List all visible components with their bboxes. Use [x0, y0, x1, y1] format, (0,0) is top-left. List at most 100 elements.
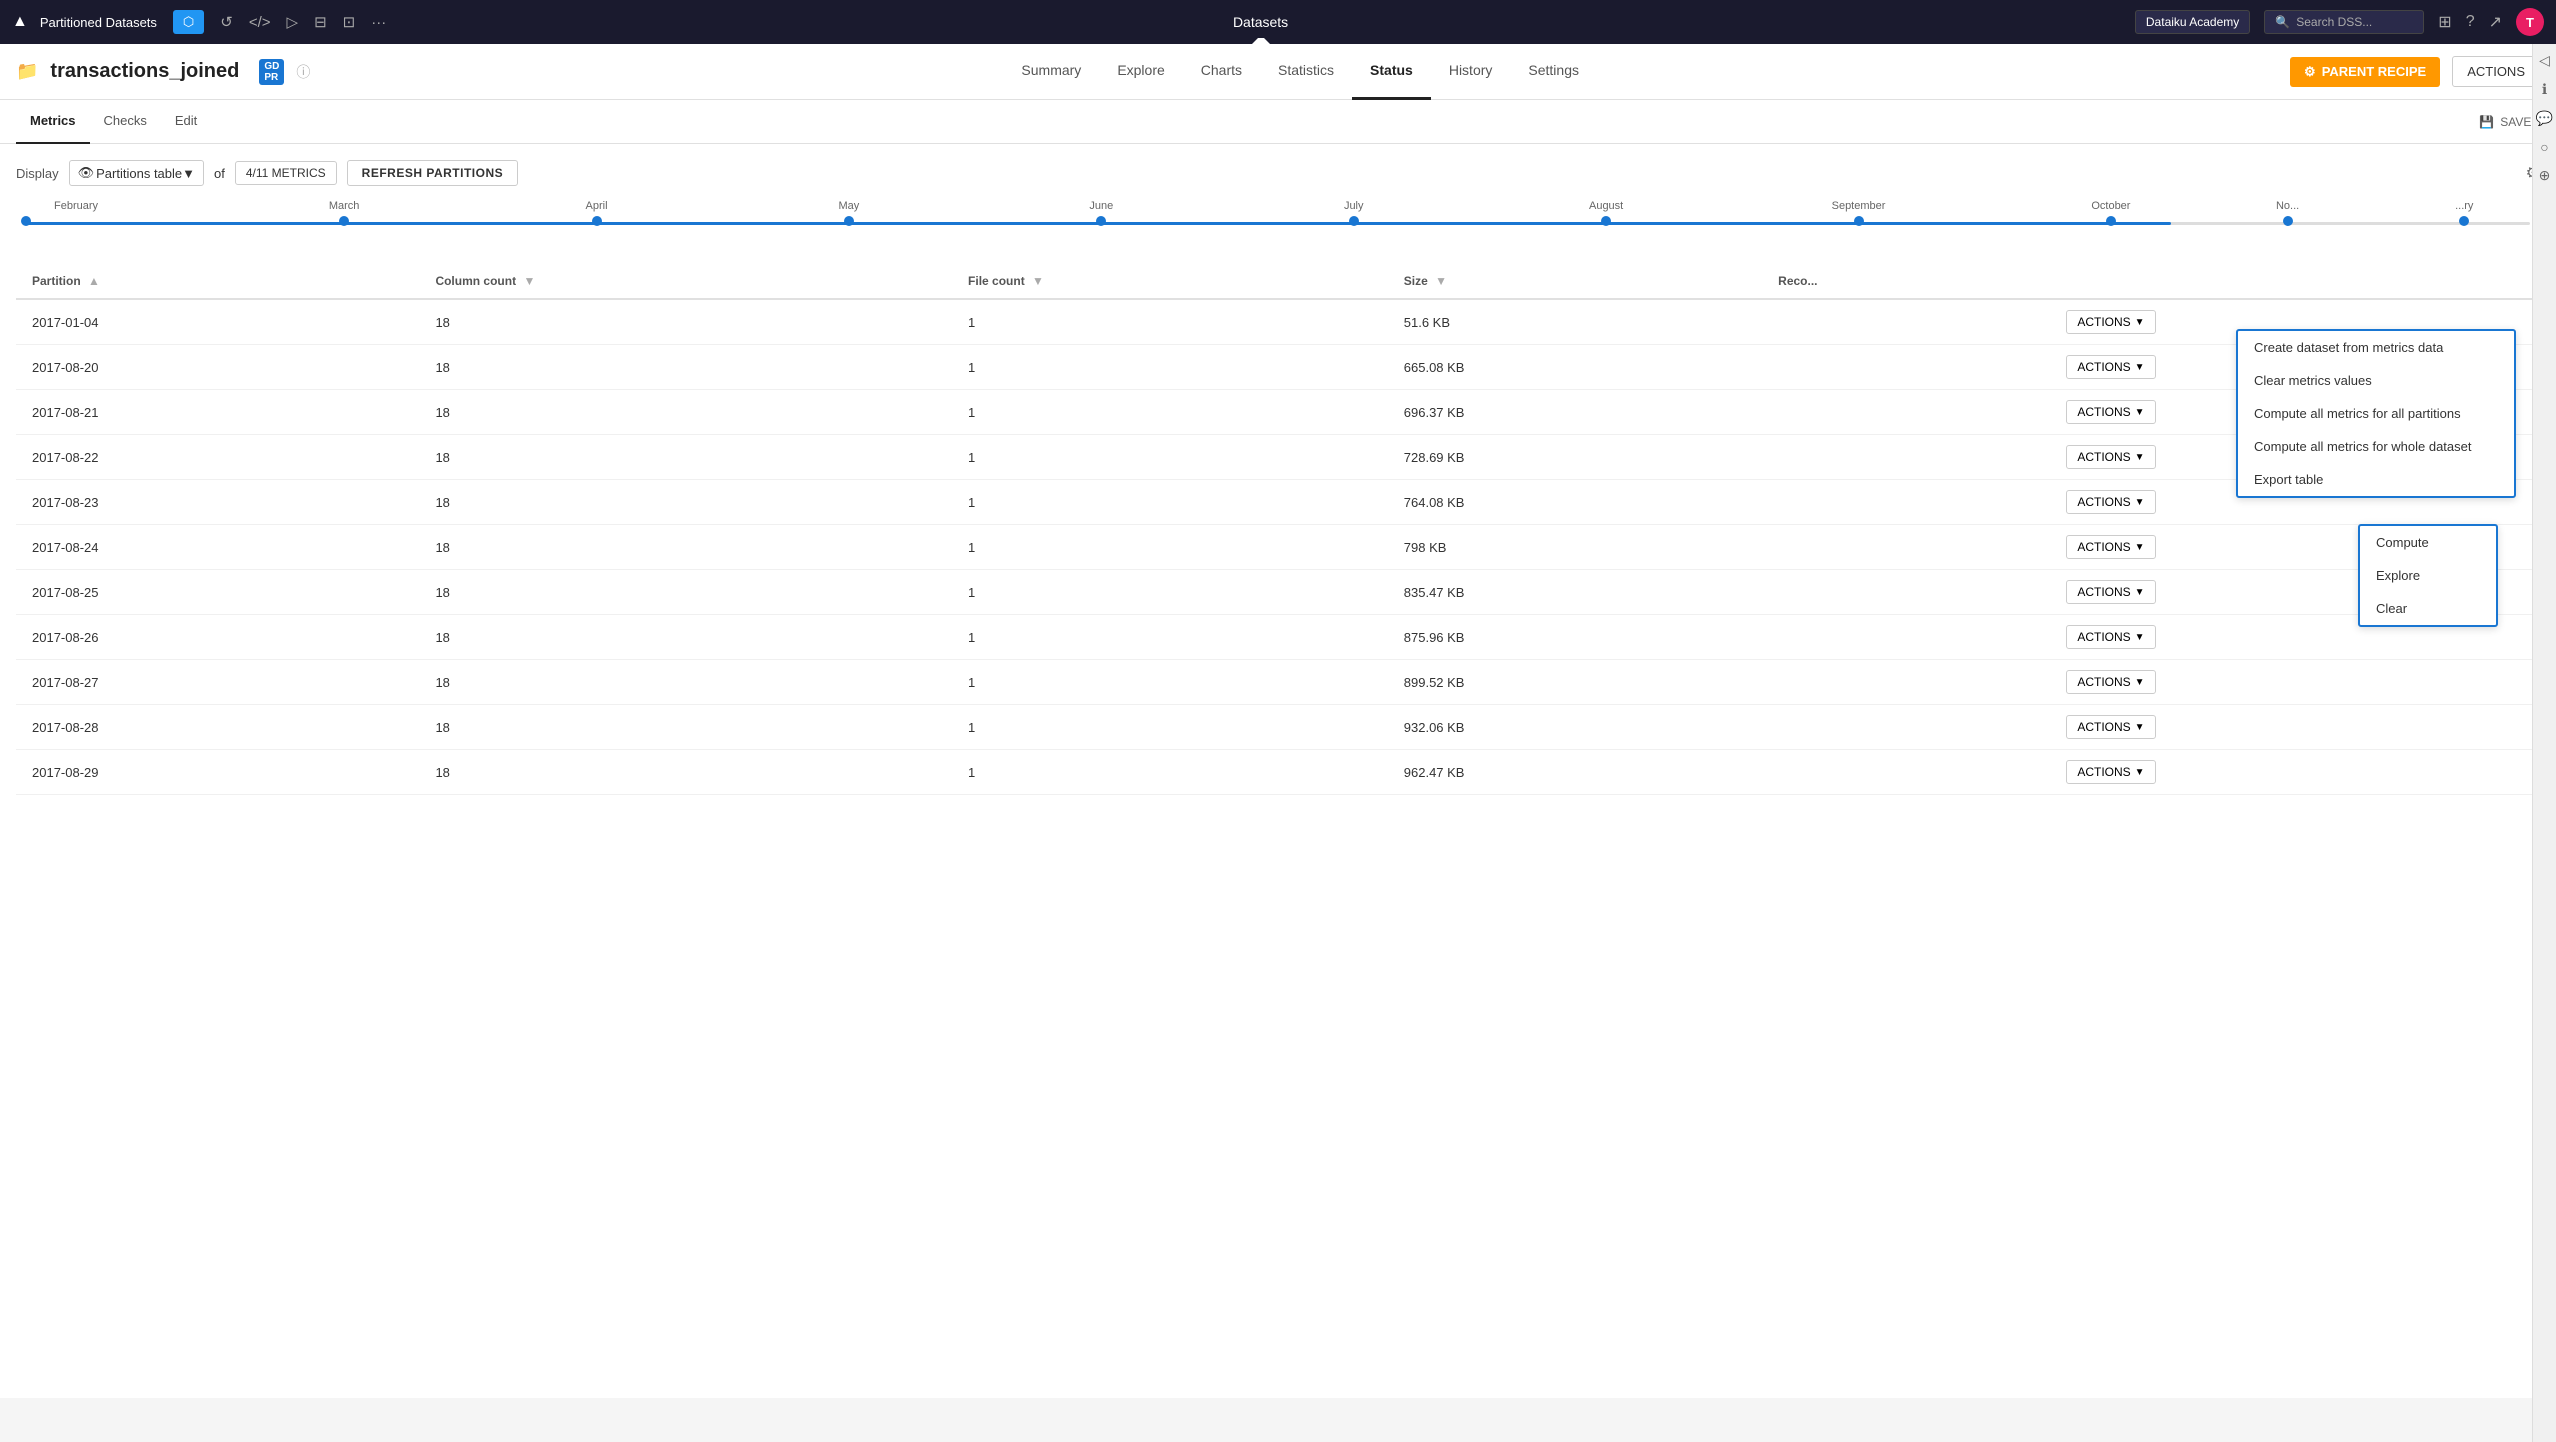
row-actions-button[interactable]: ACTIONS▼: [2066, 400, 2155, 424]
table-row: 2017-08-24181798 KBACTIONS▼: [16, 525, 2540, 570]
code-icon[interactable]: </>: [249, 14, 271, 31]
tab-history[interactable]: History: [1431, 44, 1511, 100]
row-actions-dropdown: Compute Explore Clear: [2358, 524, 2498, 627]
more-icon[interactable]: ···: [371, 14, 386, 31]
gear-menu-item-2[interactable]: Compute all metrics for all partitions: [2238, 397, 2514, 430]
col-header-file-count[interactable]: File count ▼: [952, 264, 1388, 299]
subtab-metrics[interactable]: Metrics: [16, 100, 90, 144]
row-actions-button[interactable]: ACTIONS▼: [2066, 670, 2155, 694]
row-action-explore[interactable]: Explore: [2360, 559, 2496, 592]
sidebar-info-icon[interactable]: ℹ: [2542, 81, 2547, 98]
timeline-dot-0[interactable]: [21, 216, 31, 226]
tab-charts[interactable]: Charts: [1183, 44, 1260, 100]
timeline-dot-1[interactable]: [339, 216, 349, 226]
row-actions-button[interactable]: ACTIONS▼: [2066, 580, 2155, 604]
table-row: 2017-08-20181665.08 KBACTIONS▼: [16, 345, 2540, 390]
gear-menu-item-4[interactable]: Export table: [2238, 463, 2514, 496]
table-row: 2017-08-26181875.96 KBACTIONS▼: [16, 615, 2540, 660]
timeline: February March April May June July Augus…: [16, 200, 2540, 248]
partitions-table-container[interactable]: Partition ▲ Column count ▼ File count ▼ …: [16, 256, 2540, 795]
timeline-dot-6[interactable]: [1601, 216, 1611, 226]
tab-summary[interactable]: Summary: [1003, 44, 1099, 100]
gear-menu-item-3[interactable]: Compute all metrics for whole dataset: [2238, 430, 2514, 463]
col-header-size[interactable]: Size ▼: [1388, 264, 1762, 299]
col-header-reco: Reco...: [1762, 264, 2050, 299]
eye-icon: 👁: [78, 165, 95, 181]
apps-icon[interactable]: ⊞: [2438, 12, 2451, 32]
tab-statistics[interactable]: Statistics: [1260, 44, 1352, 100]
timeline-dot-5[interactable]: [1349, 216, 1359, 226]
sidebar-tag-icon[interactable]: ⊕: [2539, 167, 2551, 184]
chevron-icon: ▼: [2135, 497, 2145, 508]
actions-button[interactable]: ACTIONS: [2452, 56, 2540, 87]
search-placeholder: Search DSS...: [2296, 15, 2372, 29]
partitions-table-select[interactable]: 👁 Partitions table ▼: [69, 160, 204, 186]
deploy-icon[interactable]: ⊟: [314, 13, 327, 31]
tab-explore[interactable]: Explore: [1099, 44, 1182, 100]
refresh-partitions-button[interactable]: REFRESH PARTITIONS: [347, 160, 518, 186]
chevron-icon: ▼: [2135, 632, 2145, 643]
timeline-dot-4[interactable]: [1096, 216, 1106, 226]
row-actions-button[interactable]: ACTIONS▼: [2066, 490, 2155, 514]
table-row: 2017-01-0418151.6 KBACTIONS▼: [16, 299, 2540, 345]
table-row: 2017-08-27181899.52 KBACTIONS▼: [16, 660, 2540, 705]
table-header-row: Partition ▲ Column count ▼ File count ▼ …: [16, 264, 2540, 299]
timeline-dot-7[interactable]: [1854, 216, 1864, 226]
chevron-icon: ▼: [2135, 317, 2145, 328]
info-icon[interactable]: ⓘ: [296, 62, 310, 82]
row-action-compute[interactable]: Compute: [2360, 526, 2496, 559]
row-actions-button[interactable]: ACTIONS▼: [2066, 310, 2155, 334]
row-actions-button[interactable]: ACTIONS▼: [2066, 445, 2155, 469]
timeline-dot-9[interactable]: [2283, 216, 2293, 226]
gear-menu-item-1[interactable]: Clear metrics values: [2238, 364, 2514, 397]
row-actions-button[interactable]: ACTIONS▼: [2066, 355, 2155, 379]
trend-icon[interactable]: ↗: [2489, 12, 2502, 32]
folder-icon: 📁: [16, 61, 38, 82]
row-actions-button[interactable]: ACTIONS▼: [2066, 715, 2155, 739]
chevron-icon: ▼: [2135, 587, 2145, 598]
chevron-icon: ▼: [2135, 407, 2145, 418]
tab-settings[interactable]: Settings: [1510, 44, 1597, 100]
sidebar-circle-icon[interactable]: ○: [2540, 139, 2548, 155]
chevron-icon: ▼: [2135, 542, 2145, 553]
metrics-badge: 4/11 METRICS: [235, 161, 337, 185]
row-actions-button[interactable]: ACTIONS▼: [2066, 535, 2155, 559]
chevron-icon: ▼: [2135, 677, 2145, 688]
help-icon[interactable]: ?: [2466, 13, 2475, 31]
timeline-dot-10[interactable]: [2459, 216, 2469, 226]
timeline-dot-3[interactable]: [844, 216, 854, 226]
timeline-dot-2[interactable]: [592, 216, 602, 226]
subtab-checks[interactable]: Checks: [90, 100, 161, 144]
sidebar-chat-icon[interactable]: 💬: [2536, 110, 2553, 127]
timeline-label-10: ...ry: [2455, 200, 2473, 212]
parent-recipe-button[interactable]: ⚙ PARENT RECIPE: [2290, 57, 2440, 87]
avatar[interactable]: T: [2516, 8, 2544, 36]
main-content: Display 👁 Partitions table ▼ of 4/11 MET…: [0, 144, 2556, 1398]
col-header-column-count[interactable]: Column count ▼: [419, 264, 952, 299]
timeline-label-1: March: [329, 200, 360, 212]
row-actions-button[interactable]: ACTIONS▼: [2066, 760, 2155, 784]
tab-status[interactable]: Status: [1352, 44, 1431, 100]
refresh-icon[interactable]: ↺: [220, 13, 233, 31]
flow-icon: ⬡: [183, 14, 194, 30]
timeline-label-2: April: [586, 200, 608, 212]
timeline-dot-8[interactable]: [2106, 216, 2116, 226]
academy-button[interactable]: Dataiku Academy: [2135, 10, 2250, 34]
gear-menu-item-0[interactable]: Create dataset from metrics data: [2238, 331, 2514, 364]
gdpr-badge: GDPR: [259, 59, 284, 85]
row-action-clear[interactable]: Clear: [2360, 592, 2496, 625]
search-icon: 🔍: [2275, 15, 2290, 29]
monitor-icon[interactable]: ⊡: [343, 13, 356, 31]
flow-button[interactable]: ⬡: [173, 10, 204, 34]
sidebar-collapse-icon[interactable]: ◁: [2539, 52, 2550, 69]
search-box[interactable]: 🔍 Search DSS...: [2264, 10, 2424, 34]
select-value: Partitions table: [96, 166, 182, 181]
timeline-label-3: May: [839, 200, 860, 212]
row-actions-button[interactable]: ACTIONS▼: [2066, 625, 2155, 649]
run-icon[interactable]: ▷: [287, 13, 299, 31]
saved-button[interactable]: 💾 SAVED: [2479, 115, 2540, 129]
subtab-edit[interactable]: Edit: [161, 100, 211, 144]
datasets-link[interactable]: Datasets: [1233, 14, 1288, 30]
gear-dropdown: Create dataset from metrics data Clear m…: [2236, 329, 2516, 498]
col-header-partition[interactable]: Partition ▲: [16, 264, 419, 299]
